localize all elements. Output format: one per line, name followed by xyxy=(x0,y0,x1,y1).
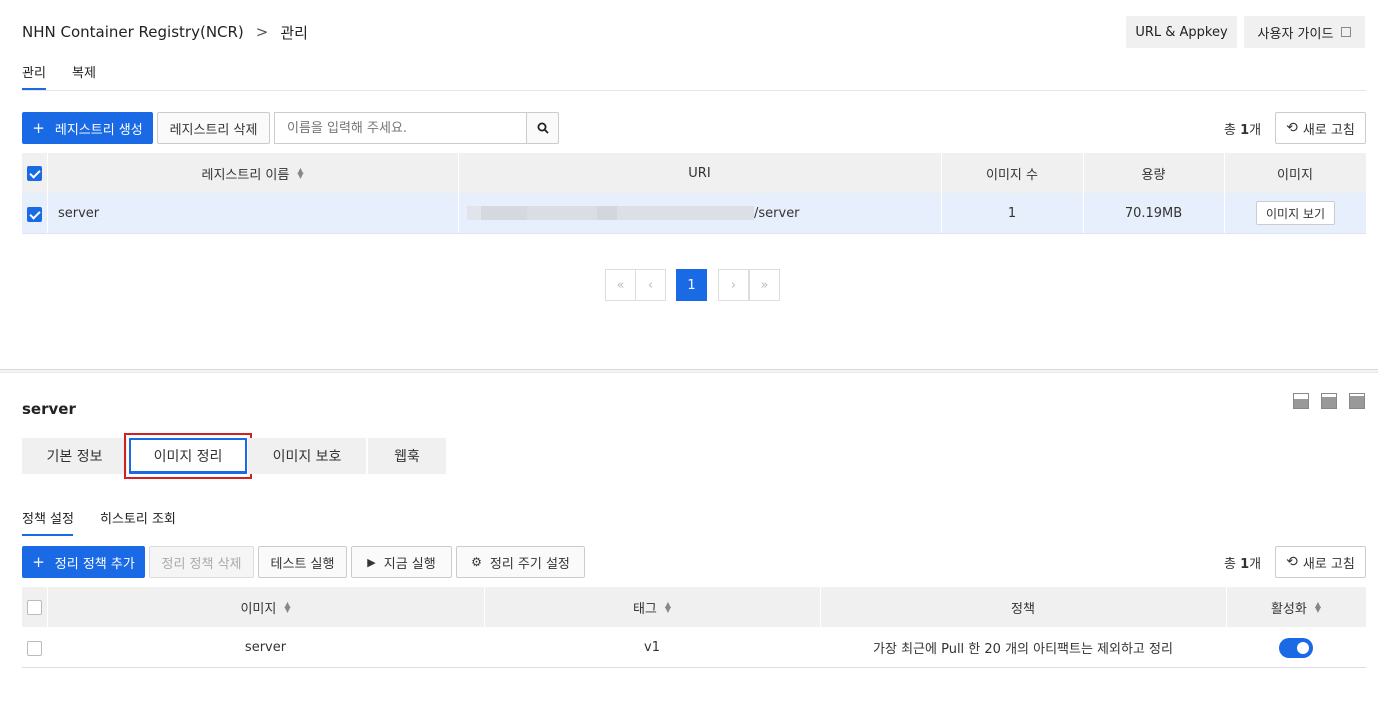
external-link-icon xyxy=(1341,27,1352,37)
plus-icon: + xyxy=(32,119,45,137)
column-header-policy-image[interactable]: 이미지 ▲ ▼ xyxy=(47,587,484,627)
uri-redacted xyxy=(467,206,754,220)
policy-tag: v1 xyxy=(644,639,660,655)
policy-description: 가장 최근에 Pull 한 20 개의 아티팩트는 제외하고 정리 xyxy=(873,641,1173,657)
add-policy-button[interactable]: + 정리 정책 추가 xyxy=(22,546,145,578)
layout-middle-icon[interactable] xyxy=(1321,393,1337,409)
url-appkey-button[interactable]: URL & Appkey xyxy=(1126,16,1237,48)
breadcrumb: NHN Container Registry(NCR) > 관리 xyxy=(22,22,308,42)
tab-image-cleanup[interactable]: 이미지 정리 xyxy=(129,438,247,474)
policy-refresh-button[interactable]: ⟲ 새로 고침 xyxy=(1275,546,1366,578)
pagination-last[interactable]: » xyxy=(749,269,780,301)
policy-select-all-checkbox[interactable] xyxy=(27,600,42,615)
subtab-policy-settings[interactable]: 정책 설정 xyxy=(22,508,74,527)
sort-icon: ▲ ▼ xyxy=(664,600,672,614)
layout-bottom-icon[interactable] xyxy=(1349,393,1365,409)
tab-manage[interactable]: 관리 xyxy=(22,62,46,90)
refresh-icon: ⟲ xyxy=(1286,554,1298,570)
image-count: 1 xyxy=(1007,205,1017,221)
pagination-prev[interactable]: ‹ xyxy=(635,269,666,301)
column-header-size: 용량 xyxy=(1141,167,1166,183)
refresh-button[interactable]: ⟲ 새로 고침 xyxy=(1275,112,1366,144)
cleanup-cycle-button[interactable]: ⚙ 정리 주기 설정 xyxy=(456,546,585,578)
detail-title: server xyxy=(22,400,76,418)
policy-total-count: 총 1개 xyxy=(1224,557,1262,572)
plus-icon: + xyxy=(32,553,45,571)
tab-image-protection[interactable]: 이미지 보호 xyxy=(248,438,366,474)
create-registry-button[interactable]: + 레지스트리 생성 xyxy=(22,112,153,144)
subtab-underline xyxy=(22,534,73,536)
toggle-knob xyxy=(1297,642,1309,654)
column-header-image: 이미지 xyxy=(1277,167,1313,183)
refresh-icon: ⟲ xyxy=(1286,120,1298,136)
gear-icon: ⚙ xyxy=(471,555,482,569)
run-now-button[interactable]: ▶ 지금 실행 xyxy=(351,546,452,578)
registry-uri: /server xyxy=(754,205,800,221)
column-header-name[interactable]: 레지스트리 이름 ▲ ▼ xyxy=(47,153,458,193)
pagination-page[interactable]: 1 xyxy=(676,269,707,301)
policy-image: server xyxy=(244,639,287,655)
column-header-tag[interactable]: 태그 ▲ ▼ xyxy=(484,587,820,627)
column-header-policy: 정책 xyxy=(1011,601,1035,617)
pagination-first[interactable]: « xyxy=(605,269,636,301)
select-all-checkbox[interactable] xyxy=(27,166,42,181)
registry-size: 70.19MB xyxy=(1124,205,1183,221)
page-title: 관리 xyxy=(280,23,308,42)
row-checkbox[interactable] xyxy=(27,207,42,222)
column-header-image-count: 이미지 수 xyxy=(986,167,1038,183)
policy-row-checkbox[interactable] xyxy=(27,641,42,656)
play-icon: ▶ xyxy=(367,555,376,569)
sort-icon: ▲ ▼ xyxy=(297,166,304,180)
search-button[interactable] xyxy=(526,112,559,144)
chevron-right-icon: > xyxy=(255,23,269,41)
tab-replicate[interactable]: 복제 xyxy=(72,62,96,90)
panel-resize-divider[interactable] xyxy=(0,369,1378,373)
pagination-next[interactable]: › xyxy=(718,269,749,301)
test-run-button[interactable]: 테스트 실행 xyxy=(258,546,347,578)
subtab-history[interactable]: 히스토리 조회 xyxy=(100,508,176,527)
breadcrumb-service[interactable]: NHN Container Registry(NCR) xyxy=(22,23,244,41)
tabs-divider xyxy=(22,90,1366,91)
search-icon xyxy=(537,122,549,134)
enabled-toggle[interactable] xyxy=(1279,638,1313,658)
column-header-uri: URI xyxy=(688,165,711,181)
tab-webhook[interactable]: 웹훅 xyxy=(368,438,446,474)
sort-icon: ▲ ▼ xyxy=(1314,600,1322,614)
registry-name: server xyxy=(58,205,100,221)
user-guide-button[interactable]: 사용자 가이드 xyxy=(1244,16,1365,48)
view-images-button[interactable]: 이미지 보기 xyxy=(1256,201,1335,225)
search-input[interactable] xyxy=(274,112,527,144)
column-header-enabled[interactable]: 활성화 ▲ ▼ xyxy=(1226,587,1366,627)
layout-top-icon[interactable] xyxy=(1293,393,1309,409)
delete-policy-button[interactable]: 정리 정책 삭제 xyxy=(149,546,254,578)
sort-icon: ▲ ▼ xyxy=(284,600,291,614)
delete-registry-button[interactable]: 레지스트리 삭제 xyxy=(157,112,270,144)
total-count: 총 1개 xyxy=(1224,123,1262,138)
tab-basic-info[interactable]: 기본 정보 xyxy=(22,438,127,474)
